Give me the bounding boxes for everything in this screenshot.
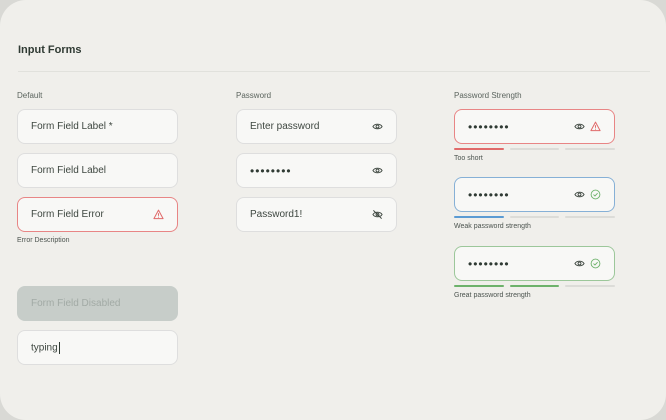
warning-icon	[152, 209, 164, 221]
strength-segment	[454, 148, 504, 150]
field-value: typing	[31, 341, 164, 354]
password-field-revealed[interactable]: Password1!	[236, 197, 397, 232]
strength-segment	[509, 148, 560, 150]
password-strength-column: Password Strength •••••••• Too short •••…	[454, 91, 616, 299]
eye-icon[interactable]	[371, 121, 383, 133]
page-title: Input Forms	[18, 44, 82, 56]
error-description: Error Description	[17, 237, 70, 244]
strength-field-great[interactable]: ••••••••	[454, 246, 615, 281]
strength-status: Great password strength	[454, 292, 531, 299]
strength-segment	[509, 285, 560, 287]
strength-segment	[565, 148, 616, 150]
eye-icon[interactable]	[573, 189, 585, 201]
form-field-typing[interactable]: typing	[17, 330, 178, 365]
text-cursor	[58, 341, 60, 354]
typing-text: typing	[31, 342, 58, 354]
strength-segment	[454, 216, 504, 218]
field-label: Form Field Error	[31, 209, 104, 220]
default-column: Default Form Field Label * Form Field La…	[17, 91, 179, 365]
strength-field-weak[interactable]: ••••••••	[454, 177, 615, 212]
section-label-password: Password	[236, 91, 272, 100]
field-label: Form Field Label *	[31, 121, 113, 132]
password-placeholder: Enter password	[250, 121, 320, 132]
strength-segment	[565, 285, 616, 287]
section-label-strength: Password Strength	[454, 91, 522, 100]
password-field-masked[interactable]: ••••••••	[236, 153, 397, 188]
field-label: Form Field Label	[31, 165, 107, 176]
strength-field-too-short[interactable]: ••••••••	[454, 109, 615, 144]
strength-meter	[454, 148, 616, 150]
eye-off-icon[interactable]	[371, 209, 383, 221]
check-circle-icon	[589, 258, 601, 270]
password-masked-value: ••••••••	[468, 187, 510, 202]
warning-icon	[589, 121, 601, 133]
eye-icon[interactable]	[573, 258, 585, 270]
form-field-required[interactable]: Form Field Label *	[17, 109, 178, 144]
section-label-default: Default	[17, 91, 43, 100]
strength-segment	[454, 285, 504, 287]
input-forms-card: Input Forms Default Form Field Label * F…	[0, 0, 666, 420]
password-column: Password Enter password •••••••• Passwor…	[236, 91, 398, 232]
strength-segment	[509, 216, 560, 218]
check-circle-icon	[589, 189, 601, 201]
password-masked-value: ••••••••	[468, 256, 510, 271]
password-field-empty[interactable]: Enter password	[236, 109, 397, 144]
password-masked-value: ••••••••	[468, 119, 510, 134]
strength-segment	[565, 216, 616, 218]
strength-status: Too short	[454, 155, 483, 162]
strength-meter	[454, 285, 616, 287]
form-field-disabled: Form Field Disabled	[17, 286, 178, 321]
strength-meter	[454, 216, 616, 218]
eye-icon[interactable]	[371, 165, 383, 177]
strength-status: Weak password strength	[454, 223, 531, 230]
password-revealed-value: Password1!	[250, 209, 303, 220]
field-label: Form Field Disabled	[31, 298, 121, 309]
form-field-error[interactable]: Form Field Error	[17, 197, 178, 232]
form-field[interactable]: Form Field Label	[17, 153, 178, 188]
eye-icon[interactable]	[573, 121, 585, 133]
divider	[18, 71, 650, 72]
password-masked-value: ••••••••	[250, 163, 292, 178]
